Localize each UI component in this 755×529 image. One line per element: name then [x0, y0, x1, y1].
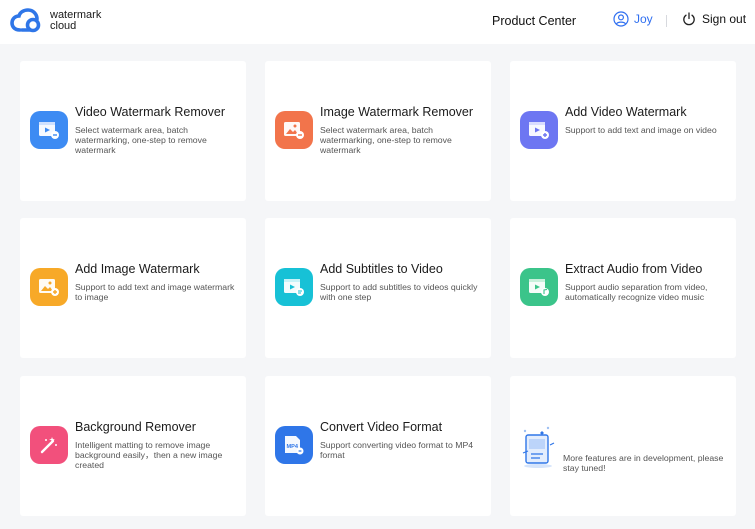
development-illustration-icon — [522, 426, 555, 468]
card-title: Image Watermark Remover — [320, 105, 474, 119]
card-title: Extract Audio from Video — [565, 262, 703, 276]
cloud-logo-icon — [10, 8, 41, 33]
image-add-icon — [30, 268, 68, 306]
mp4-file-icon: MP4 — [275, 426, 313, 464]
card-title: Add Video Watermark — [565, 105, 687, 119]
card-description: Select watermark area, batch watermarkin… — [75, 125, 207, 155]
card-description: Intelligent matting to remove image back… — [75, 440, 223, 470]
card-convert-video-format[interactable]: MP4 Convert Video Format Support convert… — [265, 376, 491, 516]
card-title: Add Subtitles to Video — [320, 262, 443, 276]
card-description: Support converting video format to MP4 f… — [320, 440, 474, 460]
card-title: Add Image Watermark — [75, 262, 200, 276]
card-more-features: More features are in development, please… — [510, 376, 736, 516]
card-add-video-watermark[interactable]: Add Video Watermark Support to add text … — [510, 61, 736, 201]
card-video-watermark-remover[interactable]: Video Watermark Remover Select watermark… — [20, 61, 246, 201]
magic-wand-icon — [30, 426, 68, 464]
logo-line-2: cloud — [50, 20, 77, 32]
card-description: More features are in development, please… — [563, 453, 724, 473]
logo[interactable]: watermark cloud — [10, 8, 101, 34]
user-icon — [613, 11, 629, 27]
audio-extract-icon — [520, 268, 558, 306]
power-icon — [683, 12, 695, 26]
product-center-link[interactable]: Product Center — [492, 14, 576, 28]
user-menu[interactable]: Joy — [613, 11, 653, 27]
card-description: Select watermark area, batch watermarkin… — [320, 125, 452, 155]
card-description: Support audio separation from video, aut… — [565, 282, 708, 302]
card-add-subtitles[interactable]: Add Subtitles to Video Support to add su… — [265, 218, 491, 358]
top-header: watermark cloud Product Center Joy Sign … — [0, 0, 755, 44]
logo-text: watermark cloud — [50, 10, 101, 32]
card-description: Support to add subtitles to videos quick… — [320, 282, 478, 302]
card-add-image-watermark[interactable]: Add Image Watermark Support to add text … — [20, 218, 246, 358]
username: Joy — [634, 12, 653, 26]
video-remove-icon — [30, 111, 68, 149]
video-add-icon — [520, 111, 558, 149]
image-remove-icon — [275, 111, 313, 149]
nav-divider — [666, 15, 667, 27]
subtitle-icon — [275, 268, 313, 306]
mp4-badge: MP4 — [287, 444, 299, 450]
card-title: Convert Video Format — [320, 420, 443, 434]
card-background-remover[interactable]: Background Remover Intelligent matting t… — [20, 376, 246, 516]
card-description: Support to add text and image on video — [565, 125, 717, 135]
card-image-watermark-remover[interactable]: Image Watermark Remover Select watermark… — [265, 61, 491, 201]
card-title: Background Remover — [75, 420, 196, 434]
card-description: Support to add text and image watermark … — [75, 282, 235, 302]
sign-out-button[interactable]: Sign out — [682, 12, 746, 26]
sign-out-label: Sign out — [702, 12, 747, 26]
card-title: Video Watermark Remover — [75, 105, 226, 119]
card-extract-audio[interactable]: Extract Audio from Video Support audio s… — [510, 218, 736, 358]
